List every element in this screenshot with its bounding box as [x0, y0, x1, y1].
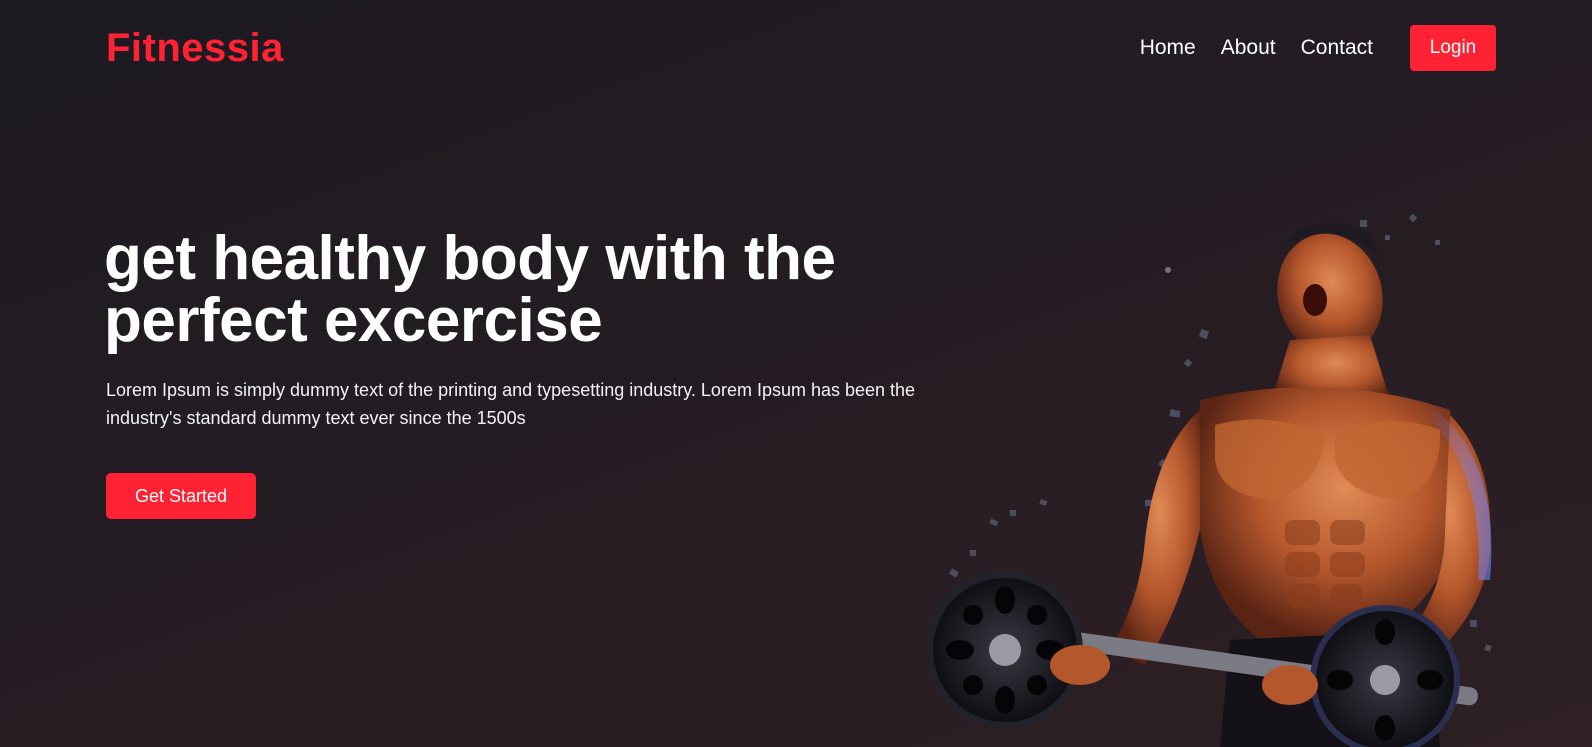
get-started-button[interactable]: Get Started	[106, 473, 256, 519]
navbar: Fitnessia Home About Contact Login	[0, 0, 1592, 96]
nav-link-about[interactable]: About	[1221, 34, 1276, 62]
nav-link-home[interactable]: Home	[1140, 34, 1196, 62]
hero-title: get healthy body with the perfect excerc…	[104, 224, 836, 355]
login-button[interactable]: Login	[1410, 25, 1496, 71]
nav-links: Home About Contact	[1140, 34, 1373, 62]
hero-bodybuilder-image	[930, 213, 1492, 747]
hero-description: Lorem Ipsum is simply dummy text of the …	[106, 380, 916, 428]
site-logo[interactable]: Fitnessia	[106, 24, 284, 72]
nav-link-contact[interactable]: Contact	[1301, 34, 1373, 62]
